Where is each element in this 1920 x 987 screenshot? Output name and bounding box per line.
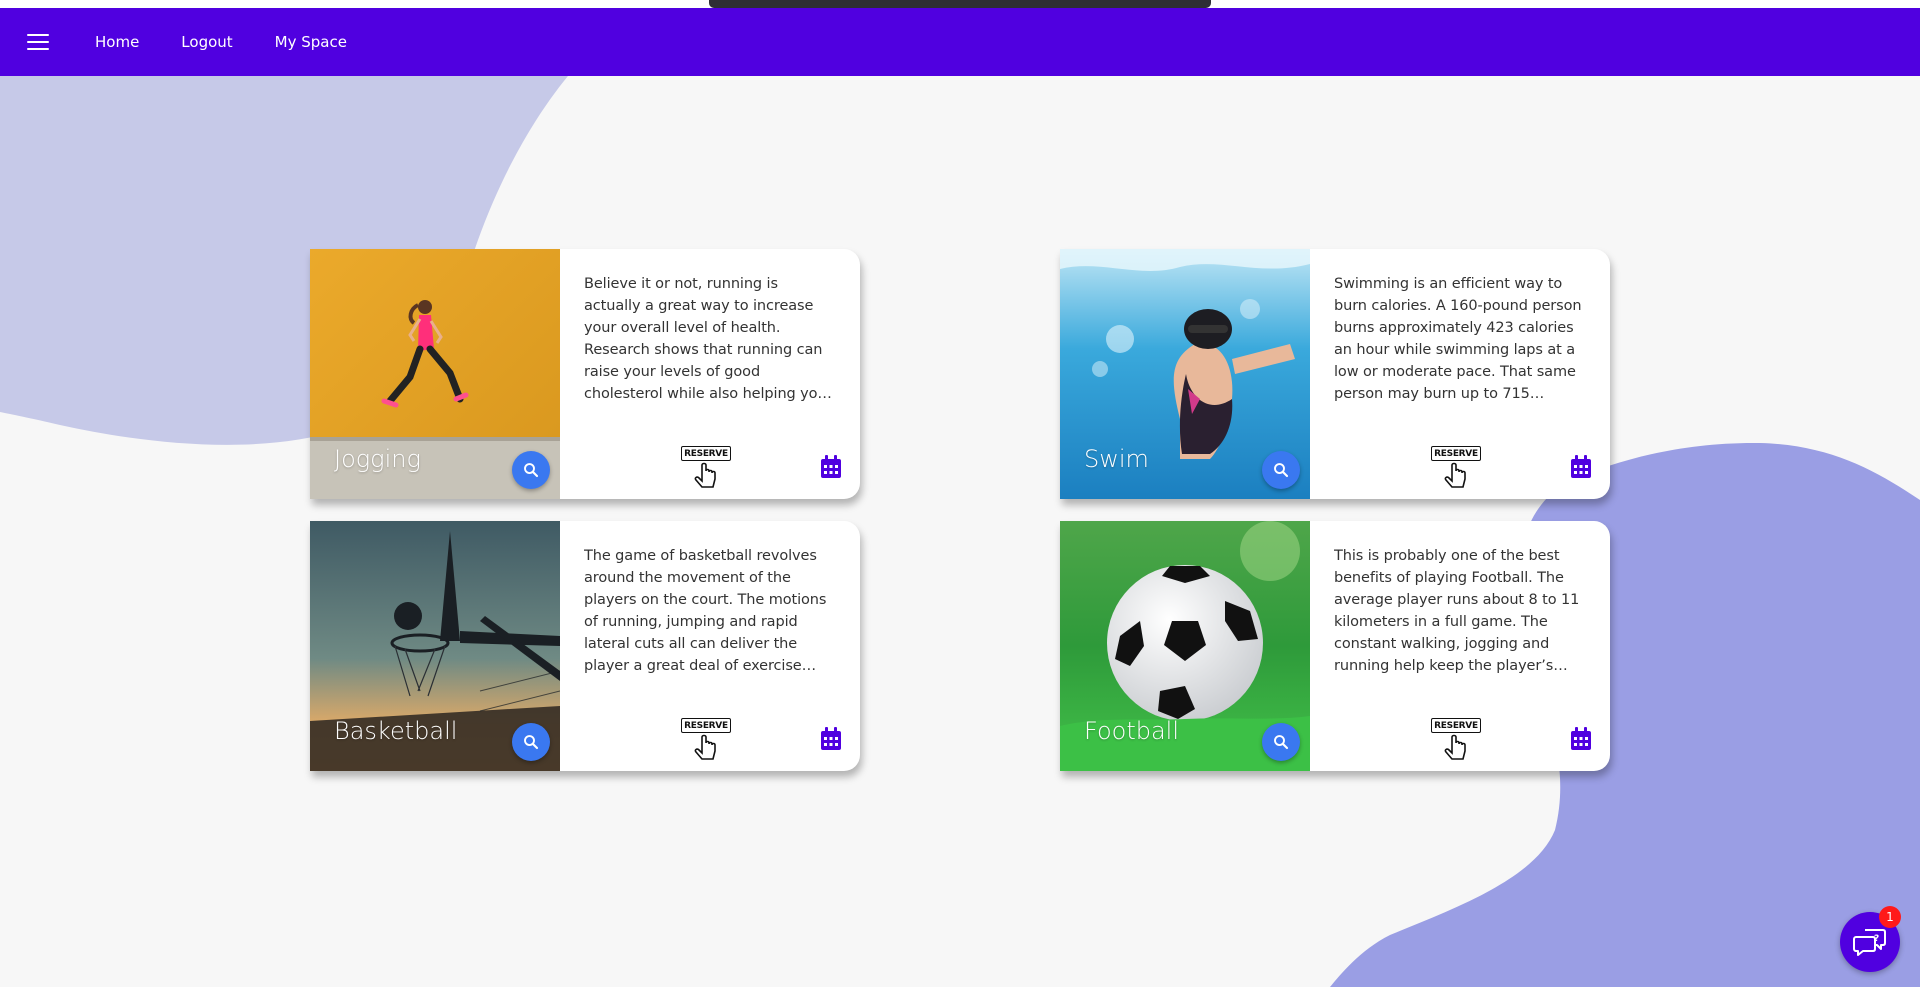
card-image: Football [1060,521,1310,771]
card-image: Basketball [310,521,560,771]
activity-card-football: Football This is probably one of the bes… [1060,521,1610,771]
card-body: Believe it or not, running is actually a… [560,249,860,499]
search-icon [524,463,539,478]
reserve-hand-icon [694,734,716,760]
card-image: Swim [1060,249,1310,499]
nav-link-logout[interactable]: Logout [181,33,232,51]
top-navbar: Home Logout My Space [0,8,1920,76]
nav-link-home[interactable]: Home [95,33,139,51]
activity-card-basketball: Basketball The game of basketball revolv… [310,521,860,771]
calendar-icon[interactable] [820,727,842,751]
calendar-icon[interactable] [820,455,842,479]
card-description: This is probably one of the best benefit… [1334,548,1580,674]
reserve-button[interactable]: RESERVE [680,717,732,763]
card-body: This is probably one of the best benefit… [1310,521,1610,771]
top-notch [709,0,1211,8]
search-icon [1274,735,1289,750]
card-description: Swimming is an efficient way to burn cal… [1334,276,1582,402]
card-image: Jogging [310,249,560,499]
search-icon [1274,463,1289,478]
card-title: Jogging [334,445,421,473]
activity-card-jogging: Jogging Believe it or not, running is ac… [310,249,860,499]
reserve-hand-icon [694,462,716,488]
calendar-icon[interactable] [1570,455,1592,479]
calendar-icon[interactable] [1570,727,1592,751]
reserve-button[interactable]: RESERVE [680,445,732,491]
card-description: The game of basketball revolves around t… [584,548,827,674]
search-button[interactable] [512,451,550,489]
reserve-button[interactable]: RESERVE [1430,445,1482,491]
search-icon [524,735,539,750]
search-button[interactable] [1262,451,1300,489]
card-title: Football [1084,717,1180,745]
nav-link-my-space[interactable]: My Space [275,33,347,51]
svg-text:?: ? [1874,934,1879,944]
chat-help-icon: ? [1853,929,1886,956]
card-body: The game of basketball revolves around t… [560,521,860,771]
card-description: Believe it or not, running is actually a… [584,276,827,402]
reserve-button[interactable]: RESERVE [1430,717,1482,763]
card-title: Swim [1084,445,1149,473]
search-button[interactable] [512,723,550,761]
reserve-hand-icon [1444,734,1466,760]
search-button[interactable] [1262,723,1300,761]
activity-card-swim: Swim Swimming is an efficient way to bur… [1060,249,1610,499]
card-title: Basketball [334,717,458,745]
chat-help-button[interactable]: ? 1 [1840,906,1901,972]
card-body: Swimming is an efficient way to burn cal… [1310,249,1610,499]
reserve-hand-icon [1444,462,1466,488]
notification-badge: 1 [1879,906,1901,928]
background-blobs [0,76,1920,987]
hamburger-menu-icon[interactable] [27,34,49,50]
